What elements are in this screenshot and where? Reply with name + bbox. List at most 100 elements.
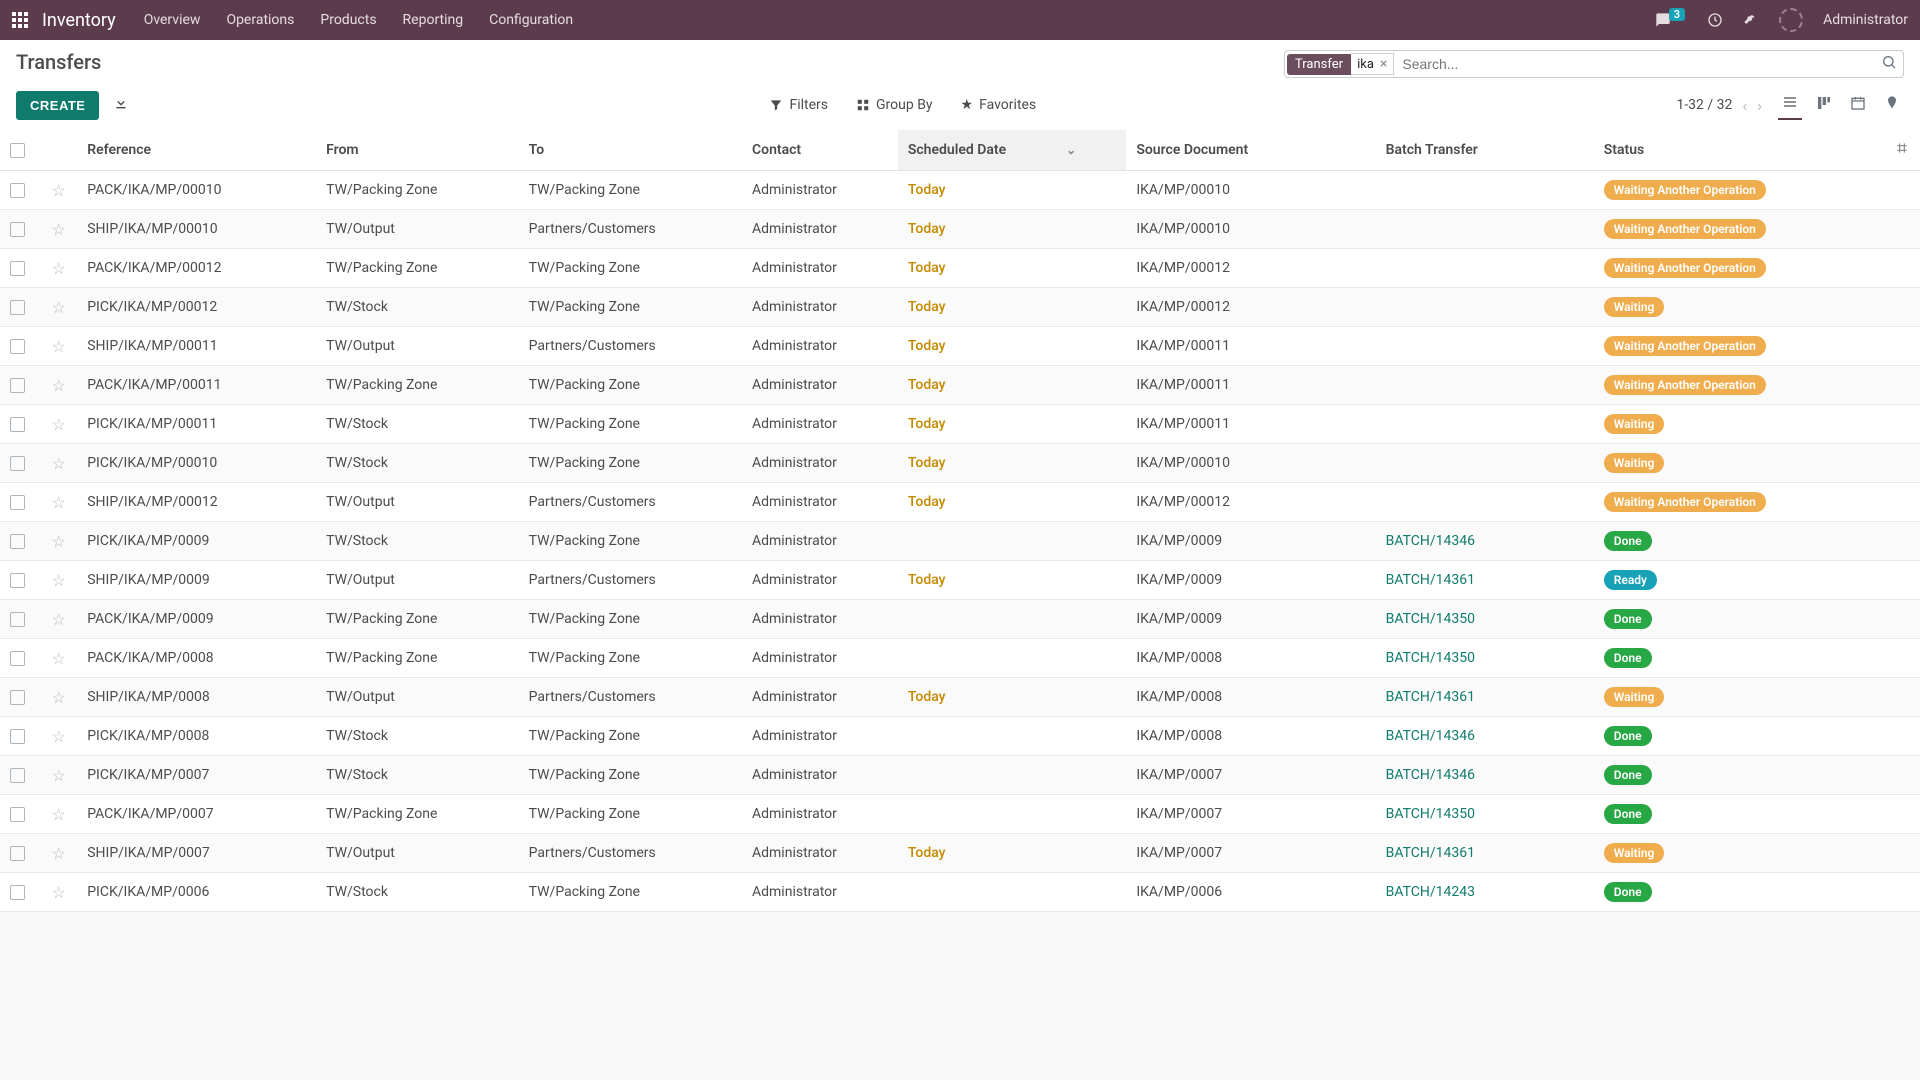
- cell-status: Waiting: [1594, 288, 1885, 327]
- table-row[interactable]: ☆PICK/IKA/MP/0007TW/StockTW/Packing Zone…: [0, 756, 1920, 795]
- star-icon[interactable]: ☆: [52, 259, 66, 278]
- row-checkbox[interactable]: [10, 378, 25, 393]
- row-checkbox[interactable]: [10, 690, 25, 705]
- star-icon[interactable]: ☆: [52, 844, 66, 863]
- row-checkbox[interactable]: [10, 300, 25, 315]
- filters-toggle[interactable]: Filters: [769, 97, 828, 113]
- row-checkbox[interactable]: [10, 729, 25, 744]
- col-status[interactable]: Status: [1594, 130, 1885, 171]
- star-icon[interactable]: ☆: [52, 727, 66, 746]
- menu-configuration[interactable]: Configuration: [489, 12, 573, 28]
- search-icon[interactable]: [1881, 54, 1897, 74]
- table-row[interactable]: ☆PICK/IKA/MP/00012TW/StockTW/Packing Zon…: [0, 288, 1920, 327]
- col-contact[interactable]: Contact: [742, 130, 898, 171]
- col-to[interactable]: To: [519, 130, 742, 171]
- col-reference[interactable]: Reference: [77, 130, 316, 171]
- row-checkbox[interactable]: [10, 846, 25, 861]
- table-row[interactable]: ☆PICK/IKA/MP/00010TW/StockTW/Packing Zon…: [0, 444, 1920, 483]
- pager-prev-icon[interactable]: ‹: [1742, 96, 1747, 115]
- row-checkbox[interactable]: [10, 339, 25, 354]
- menu-products[interactable]: Products: [320, 12, 376, 28]
- tools-icon[interactable]: [1743, 12, 1759, 28]
- view-kanban-icon[interactable]: [1812, 91, 1836, 119]
- col-source-doc[interactable]: Source Document: [1126, 130, 1375, 171]
- app-brand[interactable]: Inventory: [42, 10, 116, 31]
- table-row[interactable]: ☆SHIP/IKA/MP/0008TW/OutputPartners/Custo…: [0, 678, 1920, 717]
- row-checkbox[interactable]: [10, 222, 25, 237]
- row-checkbox[interactable]: [10, 495, 25, 510]
- row-checkbox[interactable]: [10, 651, 25, 666]
- table-row[interactable]: ☆PACK/IKA/MP/00012TW/Packing ZoneTW/Pack…: [0, 249, 1920, 288]
- col-batch[interactable]: Batch Transfer: [1376, 130, 1594, 171]
- star-icon[interactable]: ☆: [52, 610, 66, 629]
- row-checkbox[interactable]: [10, 807, 25, 822]
- create-button[interactable]: CREATE: [16, 91, 99, 120]
- row-checkbox[interactable]: [10, 534, 25, 549]
- row-checkbox[interactable]: [10, 885, 25, 900]
- column-options-icon[interactable]: [1895, 143, 1909, 159]
- menu-reporting[interactable]: Reporting: [403, 12, 464, 28]
- apps-icon[interactable]: [12, 12, 28, 28]
- row-checkbox[interactable]: [10, 612, 25, 627]
- user-name[interactable]: Administrator: [1823, 12, 1908, 28]
- select-all-checkbox[interactable]: [10, 143, 25, 158]
- row-checkbox[interactable]: [10, 768, 25, 783]
- star-icon[interactable]: ☆: [52, 883, 66, 902]
- table-row[interactable]: ☆PACK/IKA/MP/0009TW/Packing ZoneTW/Packi…: [0, 600, 1920, 639]
- groupby-toggle[interactable]: Group By: [856, 97, 933, 113]
- cell-to: TW/Packing Zone: [519, 171, 742, 210]
- col-from[interactable]: From: [316, 130, 519, 171]
- table-row[interactable]: ☆SHIP/IKA/MP/00011TW/OutputPartners/Cust…: [0, 327, 1920, 366]
- table-row[interactable]: ☆PACK/IKA/MP/00011TW/Packing ZoneTW/Pack…: [0, 366, 1920, 405]
- star-icon[interactable]: ☆: [52, 493, 66, 512]
- table-row[interactable]: ☆PACK/IKA/MP/00010TW/Packing ZoneTW/Pack…: [0, 171, 1920, 210]
- favorites-toggle[interactable]: ★ Favorites: [961, 97, 1037, 113]
- row-checkbox[interactable]: [10, 417, 25, 432]
- clock-icon[interactable]: [1707, 12, 1723, 28]
- star-icon[interactable]: ☆: [52, 376, 66, 395]
- row-checkbox[interactable]: [10, 456, 25, 471]
- menu-overview[interactable]: Overview: [144, 12, 201, 28]
- search-input[interactable]: [1402, 56, 1881, 72]
- table-row[interactable]: ☆SHIP/IKA/MP/00012TW/OutputPartners/Cust…: [0, 483, 1920, 522]
- star-icon[interactable]: ☆: [52, 337, 66, 356]
- row-checkbox[interactable]: [10, 261, 25, 276]
- cell-reference: PACK/IKA/MP/00011: [77, 366, 316, 405]
- star-icon[interactable]: ☆: [52, 766, 66, 785]
- star-icon[interactable]: ☆: [52, 415, 66, 434]
- cell-reference: PACK/IKA/MP/0009: [77, 600, 316, 639]
- table-row[interactable]: ☆SHIP/IKA/MP/0009TW/OutputPartners/Custo…: [0, 561, 1920, 600]
- table-row[interactable]: ☆PICK/IKA/MP/0009TW/StockTW/Packing Zone…: [0, 522, 1920, 561]
- table-row[interactable]: ☆PACK/IKA/MP/0007TW/Packing ZoneTW/Packi…: [0, 795, 1920, 834]
- menu-operations[interactable]: Operations: [226, 12, 294, 28]
- view-list-icon[interactable]: [1778, 90, 1802, 120]
- row-checkbox[interactable]: [10, 573, 25, 588]
- table-row[interactable]: ☆PICK/IKA/MP/00011TW/StockTW/Packing Zon…: [0, 405, 1920, 444]
- avatar[interactable]: [1779, 8, 1803, 32]
- chat-icon[interactable]: 3: [1655, 12, 1687, 28]
- remove-filter-icon[interactable]: ×: [1380, 56, 1387, 72]
- pager-next-icon[interactable]: ›: [1757, 96, 1762, 115]
- table-row[interactable]: ☆PACK/IKA/MP/0008TW/Packing ZoneTW/Packi…: [0, 639, 1920, 678]
- star-icon[interactable]: ☆: [52, 649, 66, 668]
- cell-contact: Administrator: [742, 171, 898, 210]
- star-icon[interactable]: ☆: [52, 532, 66, 551]
- col-scheduled-date[interactable]: Scheduled Date⌄: [898, 130, 1127, 171]
- table-row[interactable]: ☆PICK/IKA/MP/0008TW/StockTW/Packing Zone…: [0, 717, 1920, 756]
- table-row[interactable]: ☆SHIP/IKA/MP/0007TW/OutputPartners/Custo…: [0, 834, 1920, 873]
- download-icon[interactable]: [113, 95, 129, 115]
- star-icon[interactable]: ☆: [52, 805, 66, 824]
- table-row[interactable]: ☆PICK/IKA/MP/0006TW/StockTW/Packing Zone…: [0, 873, 1920, 912]
- table-row[interactable]: ☆SHIP/IKA/MP/00010TW/OutputPartners/Cust…: [0, 210, 1920, 249]
- view-calendar-icon[interactable]: [1846, 91, 1870, 119]
- cell-source: IKA/MP/00010: [1126, 210, 1375, 249]
- star-icon[interactable]: ☆: [52, 220, 66, 239]
- row-checkbox[interactable]: [10, 183, 25, 198]
- star-icon[interactable]: ☆: [52, 454, 66, 473]
- star-icon[interactable]: ☆: [52, 571, 66, 590]
- cell-source: IKA/MP/0008: [1126, 717, 1375, 756]
- view-map-icon[interactable]: [1880, 91, 1904, 119]
- star-icon[interactable]: ☆: [52, 298, 66, 317]
- star-icon[interactable]: ☆: [52, 688, 66, 707]
- star-icon[interactable]: ☆: [52, 181, 66, 200]
